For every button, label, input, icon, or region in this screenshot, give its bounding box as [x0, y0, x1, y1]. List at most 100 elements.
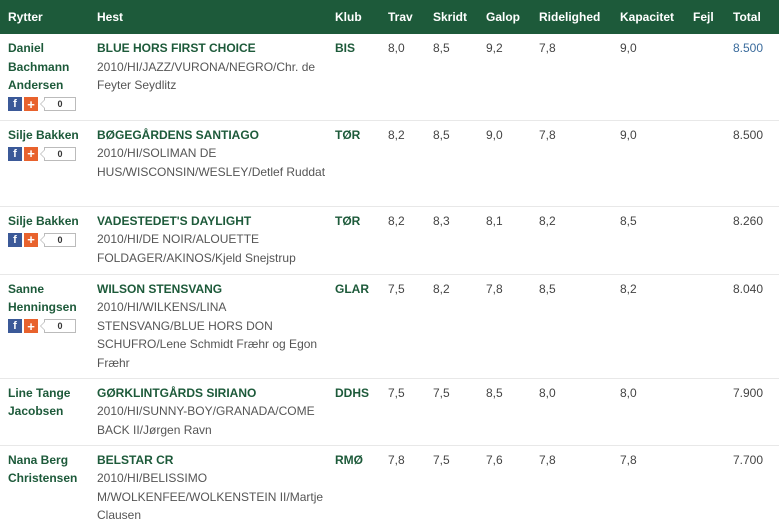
facebook-icon[interactable]: f	[8, 232, 22, 247]
share-widget: f + 0	[8, 318, 89, 335]
plus-icon[interactable]: +	[24, 146, 38, 161]
rider-name[interactable]: Daniel Bachmann Andersen	[8, 41, 69, 92]
header-rider[interactable]: Rytter	[0, 0, 89, 34]
share-widget: f + 0	[8, 96, 89, 113]
rider-name[interactable]: Silje Bakken	[8, 214, 79, 228]
horse-name[interactable]: VADESTEDET'S DAYLIGHT	[97, 212, 327, 231]
rider-name[interactable]: Nana Berg Christensen	[0, 445, 89, 527]
score-kapacitet: 9,0	[612, 34, 685, 121]
share-count: 0	[40, 97, 76, 111]
score-trav: 7,5	[380, 274, 425, 379]
header-club[interactable]: Klub	[327, 0, 380, 34]
table-row: Nana Berg Christensen BELSTAR CR 2010/HI…	[0, 445, 779, 527]
horse-name[interactable]: BLUE HORS FIRST CHOICE	[97, 39, 327, 58]
rider-name[interactable]: Line Tange Jacobsen	[0, 378, 89, 446]
score-total: 8.260	[725, 206, 779, 275]
score-skridt: 8,5	[425, 34, 478, 121]
score-total: 7.900	[725, 378, 779, 446]
score-skridt: 8,3	[425, 206, 478, 275]
header-galop[interactable]: Galop	[478, 0, 531, 34]
results-table: Rytter Hest Klub Trav Skridt Galop Ridel…	[0, 0, 779, 527]
horse-info: 2010/HI/BELISSIMO M/WOLKENFEE/WOLKENSTEI…	[97, 471, 324, 522]
table-row: Silje Bakken f + 0 VADESTEDET'S DAYLIGHT…	[0, 206, 779, 275]
horse-info: 2010/HI/DE NOIR/ALOUETTE FOLDAGER/AKINOS…	[97, 232, 296, 265]
horse-name[interactable]: BELSTAR CR	[97, 451, 327, 470]
header-fejl[interactable]: Fejl	[685, 0, 725, 34]
score-fejl	[685, 206, 725, 275]
share-count: 0	[40, 232, 76, 247]
table-header-row: Rytter Hest Klub Trav Skridt Galop Ridel…	[0, 0, 779, 34]
facebook-icon[interactable]: f	[8, 319, 22, 333]
table-row: Sanne Henningsen f + 0 WILSON STENSVANG …	[0, 274, 779, 379]
score-total: 8.040	[725, 274, 779, 379]
horse-name[interactable]: WILSON STENSVANG	[97, 280, 327, 299]
score-galop: 9,0	[478, 120, 531, 207]
score-skridt: 8,5	[425, 120, 478, 207]
share-widget: f + 0	[8, 145, 89, 162]
score-skridt: 7,5	[425, 378, 478, 446]
score-trav: 8,0	[380, 34, 425, 121]
score-total[interactable]: 8.500	[725, 34, 779, 121]
score-galop: 8,1	[478, 206, 531, 275]
score-trav: 8,2	[380, 206, 425, 275]
facebook-icon[interactable]: f	[8, 146, 22, 161]
score-ridelighed: 8,2	[531, 206, 612, 275]
club[interactable]: GLAR	[327, 274, 380, 379]
score-trav: 8,2	[380, 120, 425, 207]
score-trav: 7,5	[380, 378, 425, 446]
club[interactable]: BIS	[327, 34, 380, 121]
score-kapacitet: 8,0	[612, 378, 685, 446]
score-fejl	[685, 34, 725, 121]
score-total: 8.500	[725, 120, 779, 207]
rider-name[interactable]: Sanne Henningsen	[8, 282, 77, 315]
score-galop: 7,6	[486, 452, 503, 467]
score-kapacitet: 8,5	[612, 206, 685, 275]
plus-icon[interactable]: +	[24, 232, 38, 247]
score-fejl	[685, 274, 725, 379]
facebook-icon[interactable]: f	[8, 97, 22, 111]
club[interactable]: RMØ	[327, 445, 380, 527]
score-kapacitet: 9,0	[612, 120, 685, 207]
table-row: Silje Bakken f + 0 BØGEGÅRDENS SANTIAGO …	[0, 120, 779, 207]
plus-icon[interactable]: +	[24, 319, 38, 333]
score-skridt: 7,5	[433, 452, 450, 467]
club[interactable]: TØR	[327, 120, 380, 207]
club[interactable]: TØR	[327, 206, 380, 275]
table-row: Daniel Bachmann Andersen f + 0 BLUE HORS…	[0, 34, 779, 121]
horse-info: 2010/HI/SOLIMAN DE HUS/WISCONSIN/WESLEY/…	[97, 146, 326, 179]
header-trav[interactable]: Trav	[380, 0, 425, 34]
score-fejl	[685, 378, 725, 446]
table-row: Line Tange Jacobsen GØRKLINTGÅRDS SIRIAN…	[0, 378, 779, 446]
rider-name[interactable]: Silje Bakken	[8, 128, 79, 142]
score-fejl	[685, 120, 725, 207]
horse-info: 2010/HI/JAZZ/VURONA/NEGRO/Chr. de Feyter…	[97, 59, 316, 93]
score-fejl	[685, 445, 725, 527]
score-skridt: 8,2	[425, 274, 478, 379]
score-galop: 9,2	[478, 34, 531, 121]
score-kapacitet: 8,2	[612, 274, 685, 379]
score-total: 7.700	[733, 452, 764, 467]
header-horse[interactable]: Hest	[89, 0, 327, 34]
header-kapacitet[interactable]: Kapacitet	[612, 0, 685, 34]
score-ridelighed: 7,8	[531, 34, 612, 121]
horse-info: 2010/HI/WILKENS/LINA STENSVANG/BLUE HORS…	[97, 300, 318, 370]
score-ridelighed: 7,8	[539, 452, 556, 467]
share-count: 0	[40, 146, 76, 161]
share-widget: f + 0	[8, 231, 89, 248]
club[interactable]: DDHS	[327, 378, 380, 446]
score-ridelighed: 7,8	[531, 120, 612, 207]
score-galop: 8,5	[478, 378, 531, 446]
plus-icon[interactable]: +	[24, 97, 38, 111]
score-trav: 7,8	[388, 452, 405, 467]
header-skridt[interactable]: Skridt	[425, 0, 478, 34]
share-count: 0	[40, 319, 76, 333]
score-ridelighed: 8,5	[531, 274, 612, 379]
horse-info: 2010/HI/SUNNY-BOY/GRANADA/COME BACK II/J…	[97, 404, 315, 437]
horse-name[interactable]: GØRKLINTGÅRDS SIRIANO	[97, 384, 327, 403]
horse-name[interactable]: BØGEGÅRDENS SANTIAGO	[97, 126, 327, 145]
score-galop: 7,8	[478, 274, 531, 379]
score-kapacitet: 7,8	[620, 452, 637, 467]
header-ridelighed[interactable]: Ridelighed	[531, 0, 612, 34]
header-total[interactable]: Total	[725, 0, 779, 34]
score-ridelighed: 8,0	[531, 378, 612, 446]
